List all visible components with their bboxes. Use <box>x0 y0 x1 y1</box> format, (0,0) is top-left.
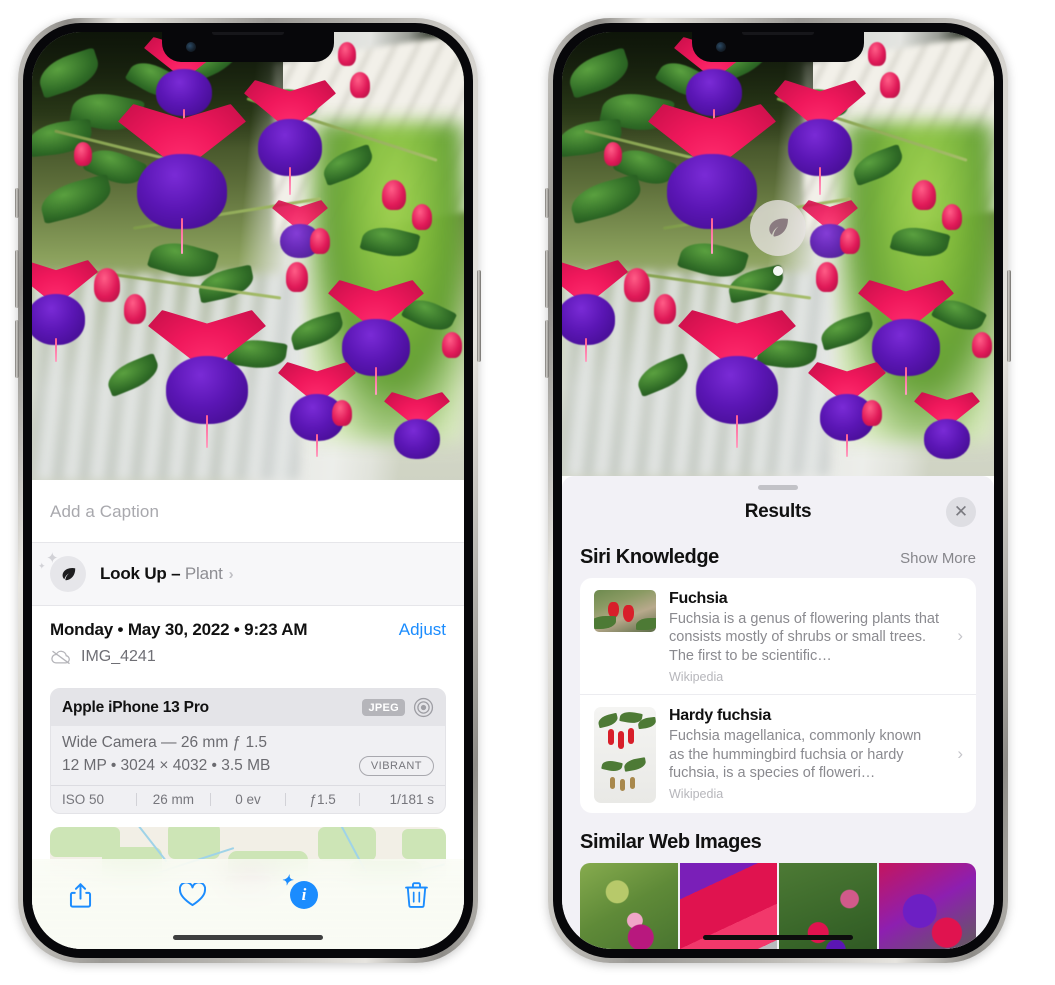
caption-input[interactable]: Add a Caption <box>32 480 464 543</box>
results-title: Results <box>744 501 812 522</box>
home-indicator[interactable] <box>703 935 853 940</box>
exif-ev: 0 ev <box>235 792 261 807</box>
camera-specs: 12 MP • 3024 × 4032 • 3.5 MB <box>62 757 271 774</box>
photo-filename: IMG_4241 <box>81 648 156 665</box>
right-phone-bezel: Results ✕ Siri Knowledge Show More Fuchs… <box>553 23 1003 958</box>
chevron-right-icon: › <box>957 626 963 646</box>
share-button[interactable] <box>58 875 102 915</box>
volume-up-button[interactable] <box>15 250 19 308</box>
photographic-style-badge: VIBRANT <box>358 756 434 776</box>
sparkle-icon: ✦ <box>46 550 59 567</box>
close-button[interactable]: ✕ <box>946 497 976 527</box>
volume-down-button[interactable] <box>15 320 19 378</box>
leaf-icon <box>769 218 788 237</box>
mute-switch[interactable] <box>545 188 549 218</box>
look-up-label: Look Up – Plant › <box>100 564 234 584</box>
visual-look-up-anchor-dot <box>773 266 783 276</box>
knowledge-row[interactable]: Hardy fuchsia Fuchsia magellanica, commo… <box>580 694 976 813</box>
knowledge-description: Fuchsia is a genus of flowering plants t… <box>669 611 940 664</box>
look-up-title: Look Up – <box>100 564 185 583</box>
volume-down-button[interactable] <box>545 320 549 378</box>
earpiece-speaker <box>212 32 284 35</box>
mute-switch[interactable] <box>15 188 19 218</box>
power-button[interactable] <box>1007 270 1011 362</box>
power-button[interactable] <box>477 270 481 362</box>
exif-shutter: 1/181 s <box>389 792 434 807</box>
sparkle-icon: ✦ <box>281 874 293 889</box>
siri-knowledge-header: Siri Knowledge Show More <box>562 534 994 578</box>
delete-button[interactable] <box>394 875 438 915</box>
camera-model: Apple iPhone 13 Pro <box>62 698 209 716</box>
knowledge-source: Wikipedia <box>669 670 724 685</box>
earpiece-speaker <box>742 32 814 35</box>
knowledge-description: Fuchsia magellanica, commonly known as t… <box>669 728 922 782</box>
photo-date: Monday • May 30, 2022 • 9:23 AM <box>50 620 308 639</box>
show-more-button[interactable]: Show More <box>900 550 976 567</box>
right-phone-screen: Results ✕ Siri Knowledge Show More Fuchs… <box>562 32 994 949</box>
exif-row: ISO 50 26 mm 0 ev ƒ1.5 1/181 s <box>51 785 445 813</box>
exif-iso: ISO 50 <box>62 792 105 807</box>
results-sheet: Results ✕ Siri Knowledge Show More Fuchs… <box>562 476 994 949</box>
left-phone-screen: Add a Caption ✦ ✦ Look Up – Plant › Mond… <box>32 32 464 949</box>
look-up-row[interactable]: ✦ ✦ Look Up – Plant › <box>32 543 464 605</box>
knowledge-row[interactable]: Fuchsia Fuchsia is a genus of flowering … <box>580 578 976 694</box>
look-up-subject: Plant <box>184 564 223 583</box>
knowledge-thumbnail <box>594 590 656 632</box>
adjust-button[interactable]: Adjust <box>399 620 446 640</box>
knowledge-title: Fuchsia <box>669 590 728 607</box>
front-camera-icon <box>716 42 726 52</box>
leaf-icon: ✦ ✦ <box>38 551 86 592</box>
chevron-right-icon: › <box>228 566 234 583</box>
front-camera-icon <box>186 42 196 52</box>
home-indicator[interactable] <box>173 935 323 940</box>
knowledge-title: Hardy fuchsia <box>669 707 771 725</box>
similar-web-images-title: Similar Web Images <box>580 831 762 854</box>
sparkle-small-icon: ✦ <box>38 561 46 571</box>
exif-aperture: ƒ1.5 <box>309 792 336 807</box>
cloud-slash-icon <box>51 650 70 665</box>
similar-web-images-header: Similar Web Images <box>562 813 994 863</box>
siri-knowledge-card: Fuchsia Fuchsia is a genus of flowering … <box>580 578 976 814</box>
left-phone-bezel: Add a Caption ✦ ✦ Look Up – Plant › Mond… <box>23 23 473 958</box>
chevron-right-icon: › <box>957 744 963 764</box>
photo-metadata: Monday • May 30, 2022 • 9:23 AM Adjust I… <box>32 605 464 674</box>
web-image-thumbnail[interactable] <box>580 863 678 949</box>
right-phone-device: Results ✕ Siri Knowledge Show More Fuchs… <box>545 18 1011 963</box>
favorite-button[interactable] <box>170 875 214 915</box>
exif-focal: 26 mm <box>152 792 195 807</box>
info-sparkle-icon[interactable]: ✦ i <box>281 874 318 909</box>
photo-viewer-left[interactable] <box>32 32 464 480</box>
photo-info-sheet: Add a Caption ✦ ✦ Look Up – Plant › Mond… <box>32 480 464 949</box>
knowledge-source: Wikipedia <box>669 787 724 802</box>
notch <box>692 32 864 62</box>
left-phone-device: Add a Caption ✦ ✦ Look Up – Plant › Mond… <box>15 18 481 963</box>
siri-knowledge-title: Siri Knowledge <box>580 546 719 568</box>
camera-info-card: Apple iPhone 13 Pro JPEG Wide Camera — 2… <box>50 688 446 814</box>
format-badge: JPEG <box>362 699 405 716</box>
aperture-icon <box>413 697 434 718</box>
knowledge-thumbnail <box>594 707 656 804</box>
volume-up-button[interactable] <box>545 250 549 308</box>
notch <box>162 32 334 62</box>
visual-look-up-badge[interactable] <box>750 200 806 256</box>
info-button[interactable]: ✦ i <box>281 874 326 915</box>
camera-lens: Wide Camera — 26 mm ƒ 1.5 <box>62 734 268 751</box>
web-image-thumbnail[interactable] <box>878 863 976 949</box>
photo-viewer-right[interactable] <box>562 32 994 476</box>
results-header: Results ✕ <box>562 490 994 534</box>
